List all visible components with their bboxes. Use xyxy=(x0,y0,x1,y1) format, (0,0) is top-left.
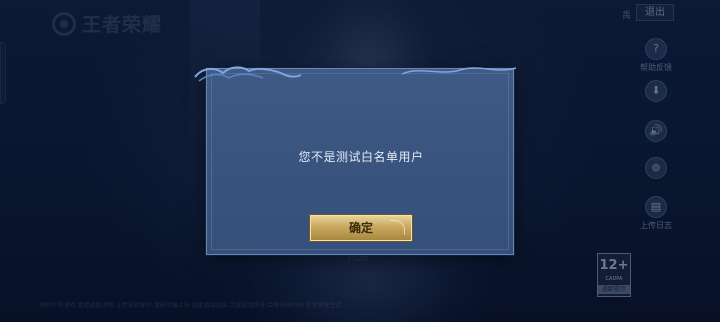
alert-dialog: 您不是测试白名单用户 确定 xyxy=(194,66,514,255)
game-login-screen: 王者荣耀 禹 退出 ? 帮助反馈 ⬇ 🔊 ⊚ ▤ 上传日志 12+ CADPA … xyxy=(0,0,720,322)
cloud-decoration-icon xyxy=(194,66,302,82)
wave-decoration-icon xyxy=(401,67,517,75)
dialog-message: 您不是测试白名单用户 xyxy=(298,150,424,164)
confirm-button[interactable]: 确定 xyxy=(310,215,412,241)
